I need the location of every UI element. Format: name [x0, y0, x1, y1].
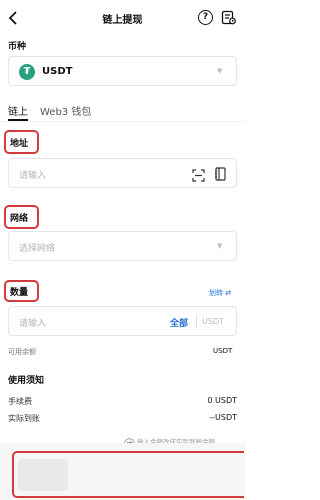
network-select[interactable]: 选择网络 ▼ — [8, 231, 237, 261]
coin-select[interactable]: ₮ USDT ▼ — [8, 56, 237, 86]
top-bar: 链上提现 ? — [0, 0, 245, 36]
available-balance-value: USDT — [213, 347, 233, 355]
address-book-icon[interactable] — [214, 166, 227, 181]
notes-title: 使用须知 — [8, 376, 45, 386]
scan-icon[interactable] — [192, 167, 205, 182]
available-balance-label: 可用余额 — [8, 348, 36, 356]
amount-label: 数量 — [10, 288, 29, 298]
help-icon[interactable]: ? — [198, 10, 213, 25]
received-value: --USDT — [209, 413, 237, 422]
withdraw-button[interactable] — [18, 459, 68, 491]
amount-placeholder: 请输入 — [19, 319, 47, 329]
address-placeholder: 请输入 — [19, 171, 47, 181]
dropdown-caret-icon: ▼ — [217, 67, 223, 75]
coin-name: USDT — [42, 66, 73, 77]
network-placeholder: 选择网络 — [19, 244, 56, 254]
address-input[interactable]: 请输入 — [8, 158, 237, 188]
address-label: 地址 — [10, 139, 29, 149]
fee-value: 0 USDT — [207, 396, 237, 405]
amount-input[interactable]: 请输入 全部 USDT — [8, 306, 237, 336]
history-record-icon[interactable] — [221, 10, 236, 25]
unit-divider — [196, 315, 197, 327]
coin-label: 币种 — [8, 42, 27, 52]
tab-divider — [0, 121, 245, 122]
network-label: 网络 — [10, 214, 29, 224]
tab-onchain[interactable]: 链上 — [8, 103, 28, 118]
amount-unit: USDT — [202, 317, 224, 326]
dropdown-caret-icon: ▼ — [217, 242, 223, 250]
transfer-link[interactable]: 划转 ⇄ — [209, 288, 231, 298]
fee-label: 手续费 — [8, 397, 32, 406]
usdt-tether-icon: ₮ — [19, 64, 35, 80]
tab-web3-wallet[interactable]: Web3 钱包 — [40, 103, 91, 118]
all-button[interactable]: 全部 — [170, 316, 188, 329]
received-label: 实际到账 — [8, 414, 40, 423]
